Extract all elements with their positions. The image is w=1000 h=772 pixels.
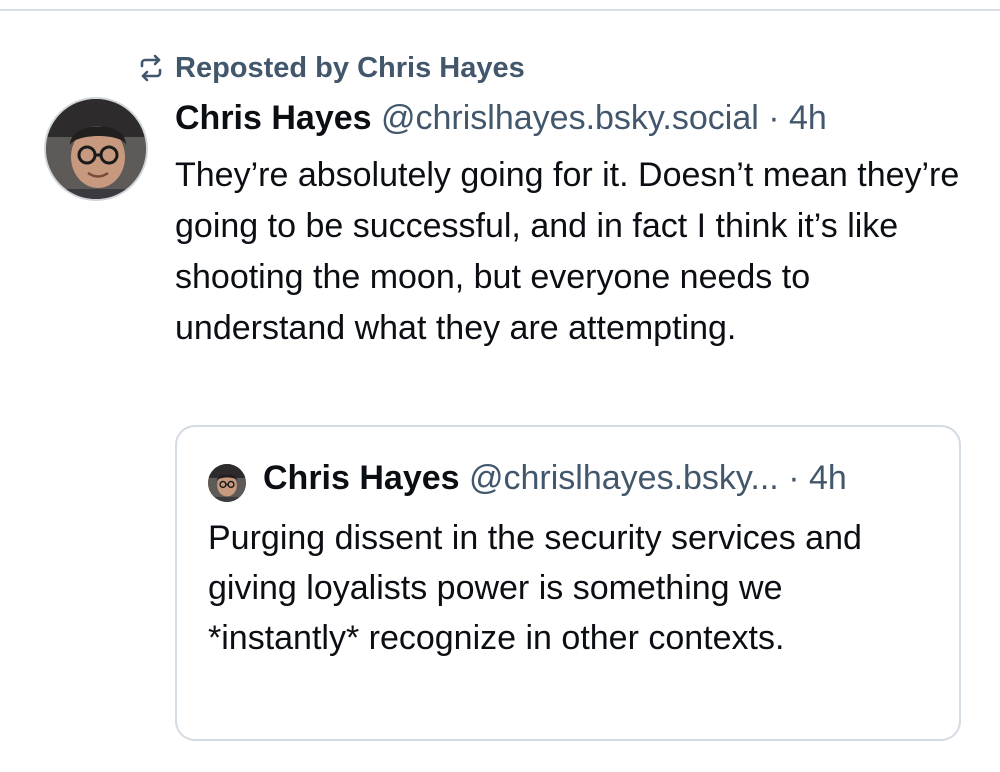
avatar[interactable] xyxy=(208,464,246,502)
quoted-post-header: Chris Hayes @chrislhayes.bsky... · 4h xyxy=(263,459,847,498)
repost-label: Reposted by Chris Hayes xyxy=(175,51,525,84)
quoted-post-text: Purging dissent in the security services… xyxy=(208,519,862,657)
author-handle[interactable]: @chrislhayes.bsky.social xyxy=(381,99,759,137)
post-timestamp[interactable]: 4h xyxy=(789,99,827,137)
quoted-header-separator: · xyxy=(778,459,809,497)
quoted-post-timestamp[interactable]: 4h xyxy=(809,459,847,497)
quoted-author-handle[interactable]: @chrislhayes.bsky... xyxy=(469,459,779,497)
avatar[interactable] xyxy=(44,97,148,201)
top-divider xyxy=(0,9,1000,11)
repost-icon xyxy=(137,54,165,82)
post-text: They’re absolutely going for it. Doesn’t… xyxy=(175,156,960,347)
quoted-author-display-name[interactable]: Chris Hayes xyxy=(263,459,460,497)
header-separator: · xyxy=(758,99,790,137)
post-header: Chris Hayes @chrislhayes.bsky.social · 4… xyxy=(175,99,827,138)
author-display-name[interactable]: Chris Hayes xyxy=(175,99,372,137)
repost-indicator[interactable]: Reposted by Chris Hayes xyxy=(137,48,525,88)
quoted-post-card[interactable]: Chris Hayes @chrislhayes.bsky... · 4h Pu… xyxy=(175,425,961,741)
